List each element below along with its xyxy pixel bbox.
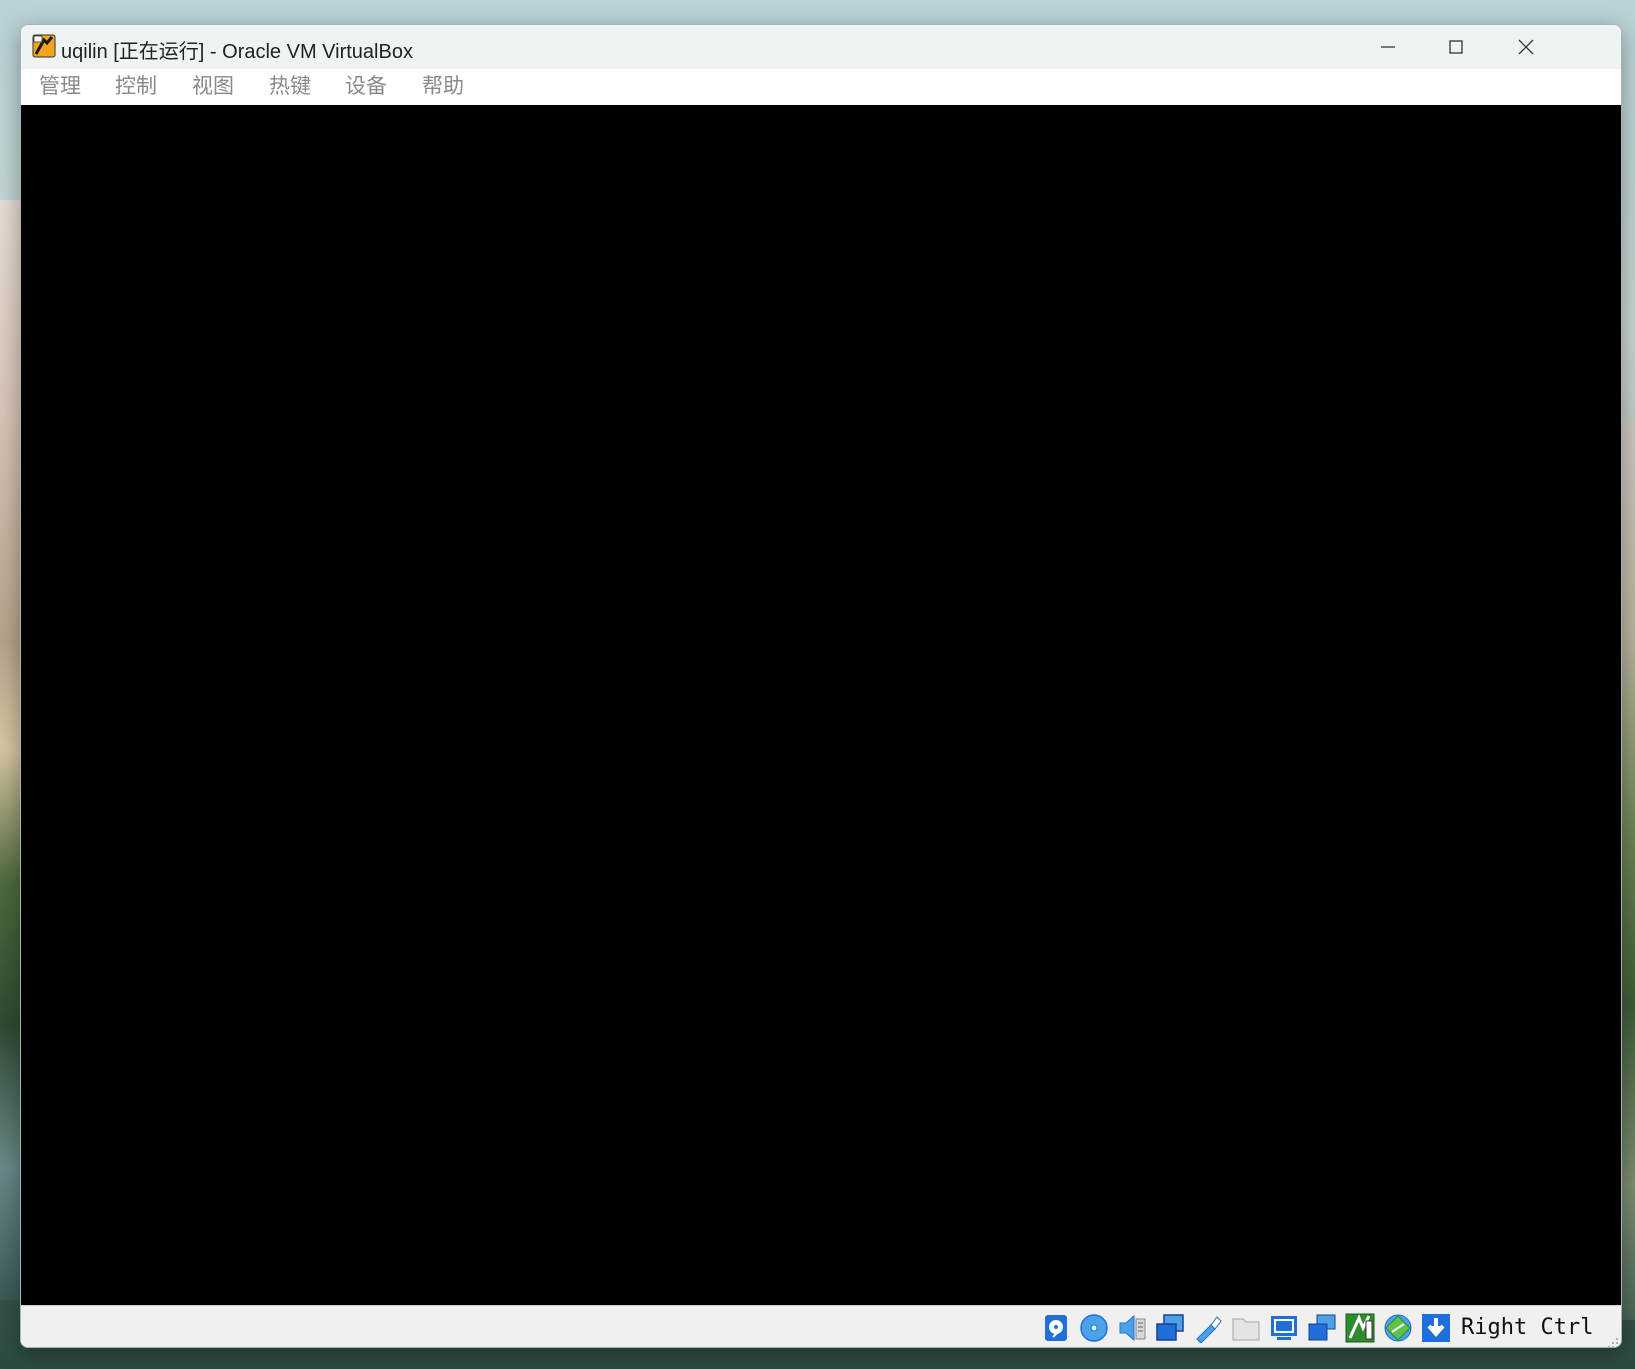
close-icon	[1518, 39, 1534, 55]
guest-additions-icon[interactable]	[1383, 1313, 1413, 1343]
vm-display-screen[interactable]	[21, 105, 1621, 1305]
host-key-label: Right Ctrl	[1461, 1315, 1594, 1340]
audio-icon[interactable]	[1117, 1313, 1147, 1343]
minimize-button[interactable]	[1353, 25, 1423, 69]
window-title: uqilin [正在运行] - Oracle VM VirtualBox	[61, 41, 413, 63]
display-icon[interactable]	[1269, 1313, 1299, 1343]
virtualbox-app-icon	[32, 34, 56, 58]
status-bar: Right Ctrl	[21, 1305, 1621, 1347]
menu-machine[interactable]: 管理	[37, 71, 83, 101]
optical-drive-icon[interactable]	[1079, 1313, 1109, 1343]
usb-icon[interactable]	[1193, 1313, 1223, 1344]
resize-grip-icon[interactable]	[1607, 1334, 1619, 1347]
menu-hotkeys[interactable]: 热键	[267, 71, 313, 101]
close-button[interactable]	[1491, 25, 1561, 69]
minimize-icon	[1381, 46, 1395, 48]
recording-icon[interactable]	[1307, 1313, 1337, 1343]
title-bar[interactable]: uqilin [正在运行] - Oracle VM VirtualBox	[21, 25, 1621, 69]
menu-help[interactable]: 帮助	[420, 71, 466, 101]
menu-bar: 管理 控制 视图 热键 设备 帮助	[21, 69, 1621, 105]
desktop-wallpaper-left	[0, 200, 22, 1300]
network-icon[interactable]	[1155, 1313, 1185, 1343]
hard-disk-icon[interactable]	[1041, 1313, 1071, 1343]
shared-folders-icon[interactable]	[1231, 1313, 1261, 1343]
menu-devices[interactable]: 设备	[343, 71, 389, 101]
cpu-icon[interactable]	[1345, 1313, 1375, 1343]
maximize-button[interactable]	[1421, 25, 1491, 69]
menu-control[interactable]: 控制	[113, 71, 159, 101]
mouse-integration-icon[interactable]	[1421, 1313, 1451, 1343]
menu-view[interactable]: 视图	[190, 71, 236, 101]
virtualbox-vm-window: uqilin [正在运行] - Oracle VM VirtualBox 管理 …	[20, 24, 1622, 1348]
maximize-icon	[1449, 40, 1463, 54]
